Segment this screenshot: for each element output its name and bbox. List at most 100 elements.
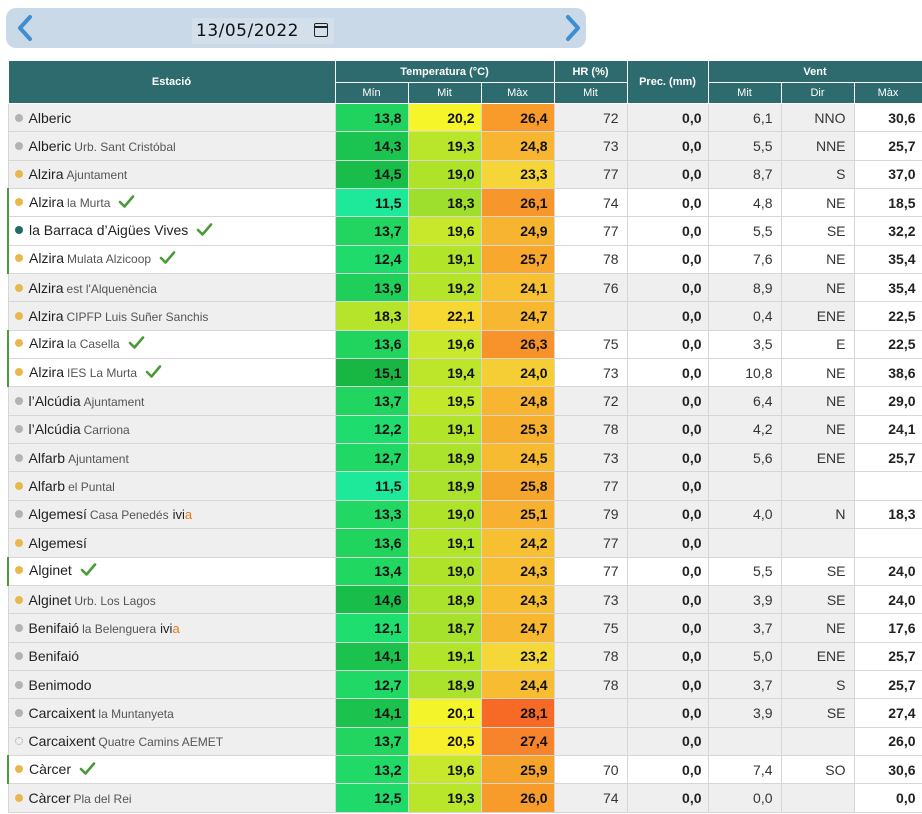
next-day-button[interactable] [558,8,588,48]
station-cell[interactable]: Carcaixent Quatre Camins AEMET [7,726,336,756]
station-cell[interactable]: Benifaió [7,641,336,671]
table-row[interactable]: Càrcer 13,2 19,6 25,9 70 0,0 7,4 SO 30,6 [7,754,922,785]
table-row[interactable]: Alginet 13,4 19,0 24,3 77 0,0 5,5 SE 24,0 [7,556,922,586]
station-name[interactable]: Alfarb [29,450,66,466]
table-row[interactable]: Alberic Urb. Sant Cristóbal 14,3 19,3 24,8 73… [7,131,922,161]
station-name[interactable]: Benifaió [29,648,80,664]
station-cell[interactable]: l’Alcúdia Carriona [7,414,336,445]
station-name[interactable]: Carcaixent [29,705,96,721]
station-name[interactable]: l’Alcúdia [29,421,81,437]
table-row[interactable]: Alzira Mulata Alzicoop 12,4 19,1 25,7 78 0,0 7,… [7,244,922,275]
station-name[interactable]: Alzira [29,250,64,266]
wind-dir-cell: SE [780,584,855,615]
station-name[interactable]: Alzira [29,364,64,380]
precipitation-column-header[interactable]: Prec. (mm) [626,60,709,104]
temp-min-cell: 11,5 [334,188,409,218]
station-name[interactable]: l’Alcúdia [29,393,81,409]
station-name[interactable]: Alzira [29,335,64,351]
station-cell[interactable]: Alfarb Ajuntament [7,443,336,473]
prev-day-button[interactable] [10,8,40,48]
station-cell[interactable]: Alzira CIPFP Luis Suñer Sanchis [7,301,336,331]
temp-avg-cell: 19,3 [407,131,482,161]
station-cell[interactable]: l’Alcúdia Ajuntament [7,386,336,416]
station-name[interactable]: la Barraca d’Aigües Vives [29,222,188,238]
temp-max-cell: 25,1 [480,499,555,530]
humidity-avg-header[interactable]: Mit [553,82,628,104]
table-row[interactable]: Alzira la Murta 11,5 18,3 26,1 74 0,0 4,8 NE 18,5 [7,188,922,218]
table-row[interactable]: Càrcer Pla del Rei 12,5 19,3 26,0 74 0,0 0,0 0,0 [7,783,922,813]
station-cell[interactable]: Alberic Urb. Sant Cristóbal [7,131,336,161]
station-cell[interactable]: Alginet [7,556,336,586]
station-name[interactable]: Alberic [29,138,72,154]
station-cell[interactable]: Carcaixent la Muntanyeta [7,698,336,728]
table-row[interactable]: Algemesí 13,6 19,1 24,2 77 0,0 [7,528,922,558]
station-name[interactable]: Alginet [29,592,72,608]
station-cell[interactable]: Alzira est l'Alquenència [7,273,336,303]
table-row[interactable]: Benifaió 14,1 19,1 23,2 78 0,0 5,0 ENE 25,7 [7,641,922,671]
wind-max-cell: 30,6 [853,102,922,133]
station-name[interactable]: Càrcer [29,761,71,777]
station-cell[interactable]: Alfarb el Puntal [7,471,336,501]
station-cell[interactable]: Algemesí [7,528,336,558]
temp-max-cell: 24,3 [480,584,555,615]
table-row[interactable]: Alzira Ajuntament 14,5 19,0 23,3 77 0,0 8,7 S 37,… [7,159,922,190]
table-row[interactable]: Algemesí Casa Penedés ivia 13,3 19,0 25,1 79 0,… [7,499,922,530]
station-cell[interactable]: Alzira Ajuntament [7,159,336,190]
station-cell[interactable]: Càrcer [7,754,336,785]
temp-min-header[interactable]: Mín [334,82,409,104]
table-row[interactable]: Alzira la Casella 13,6 19,6 26,3 75 0,0 3,5 E 22,… [7,329,922,360]
wind-avg-cell: 8,9 [707,273,782,303]
wind-dir-header[interactable]: Dir [780,82,855,104]
station-cell[interactable]: Alzira Mulata Alzicoop [7,244,336,275]
station-cell[interactable]: Alzira la Murta [7,188,336,218]
table-row[interactable]: Alginet Urb. Los Lagos 14,6 18,9 24,3 73 0,0 3,… [7,584,922,615]
station-cell[interactable]: Alberic [7,102,336,133]
station-name[interactable]: Alzira [29,308,64,324]
station-cell[interactable]: la Barraca d’Aigües Vives [7,216,336,246]
station-cell[interactable]: Càrcer Pla del Rei [7,783,336,813]
station-name[interactable]: Alzira [29,194,64,210]
station-cell[interactable]: Benimodo [7,669,336,700]
date-input[interactable]: 13/05/2022 [192,18,334,44]
station-cell[interactable]: Benifaió la Belenguera ivia [7,613,336,643]
station-cell[interactable]: Alzira la Casella [7,329,336,360]
wind-avg-header[interactable]: Mit [707,82,782,104]
table-row[interactable]: Alberic 13,8 20,2 26,4 72 0,0 6,1 NNO 30,6 [7,102,922,133]
table-row[interactable]: Benifaió la Belenguera ivia 12,1 18,7 24,7 75 0… [7,613,922,643]
table-row[interactable]: Benimodo 12,7 18,9 24,4 78 0,0 3,7 S 25,7 [7,669,922,700]
station-cell[interactable]: Alginet Urb. Los Lagos [7,584,336,615]
station-name[interactable]: Càrcer [29,790,71,806]
station-name[interactable]: Alfarb [29,478,66,494]
station-column-header[interactable]: Estació [7,60,336,104]
table-row[interactable]: l’Alcúdia Carriona 12,2 19,1 25,3 78 0,0 4,2 NE 2… [7,414,922,445]
temp-avg-header[interactable]: Mit [407,82,482,104]
table-row[interactable]: Alfarb el Puntal 11,5 18,9 25,8 77 0,0 [7,471,922,501]
station-cell[interactable]: Alzira IES La Murta [7,358,336,388]
station-name[interactable]: Benifaió [29,620,80,636]
table-row[interactable]: Alzira CIPFP Luis Suñer Sanchis 18,3 22,1 24… [7,301,922,331]
station-name[interactable]: Alberic [29,110,72,126]
station-location: Ajuntament [83,395,145,410]
station-name[interactable]: Alzira [29,166,64,182]
table-row[interactable]: Carcaixent la Muntanyeta 14,1 20,1 28,1 0,0 3,… [7,698,922,728]
station-name[interactable]: Algemesí [29,535,87,551]
temp-min-cell: 13,9 [334,273,409,303]
station-status-dot-icon [15,226,23,235]
table-row[interactable]: Alzira est l'Alquenència 13,9 19,2 24,1 76 0,0… [7,273,922,303]
table-row[interactable]: l’Alcúdia Ajuntament 13,7 19,5 24,8 72 0,0 6,4 N… [7,386,922,416]
wind-max-header[interactable]: Màx [853,82,922,104]
table-row[interactable]: la Barraca d’Aigües Vives 13,7 19,6 24,9 77 0… [7,216,922,246]
table-row[interactable]: Alzira IES La Murta 15,1 19,4 24,0 73 0,0 10,8 N… [7,358,922,388]
station-name[interactable]: Algemesí [29,506,87,522]
station-name[interactable]: Alzira [29,280,64,296]
station-name[interactable]: Benimodo [29,677,92,693]
table-row[interactable]: Alfarb Ajuntament 12,7 18,9 24,5 73 0,0 5,6 ENE 2… [7,443,922,473]
station-name[interactable]: Alginet [29,562,72,578]
precipitation-cell: 0,0 [626,499,709,530]
calendar-icon[interactable] [313,23,328,37]
station-cell[interactable]: Algemesí Casa Penedés ivia [7,499,336,530]
station-name[interactable]: Carcaixent [29,733,96,749]
table-row[interactable]: Carcaixent Quatre Camins AEMET 13,7 20,5 27,… [7,726,922,756]
temp-max-header[interactable]: Màx [480,82,555,104]
precipitation-cell: 0,0 [626,754,709,785]
